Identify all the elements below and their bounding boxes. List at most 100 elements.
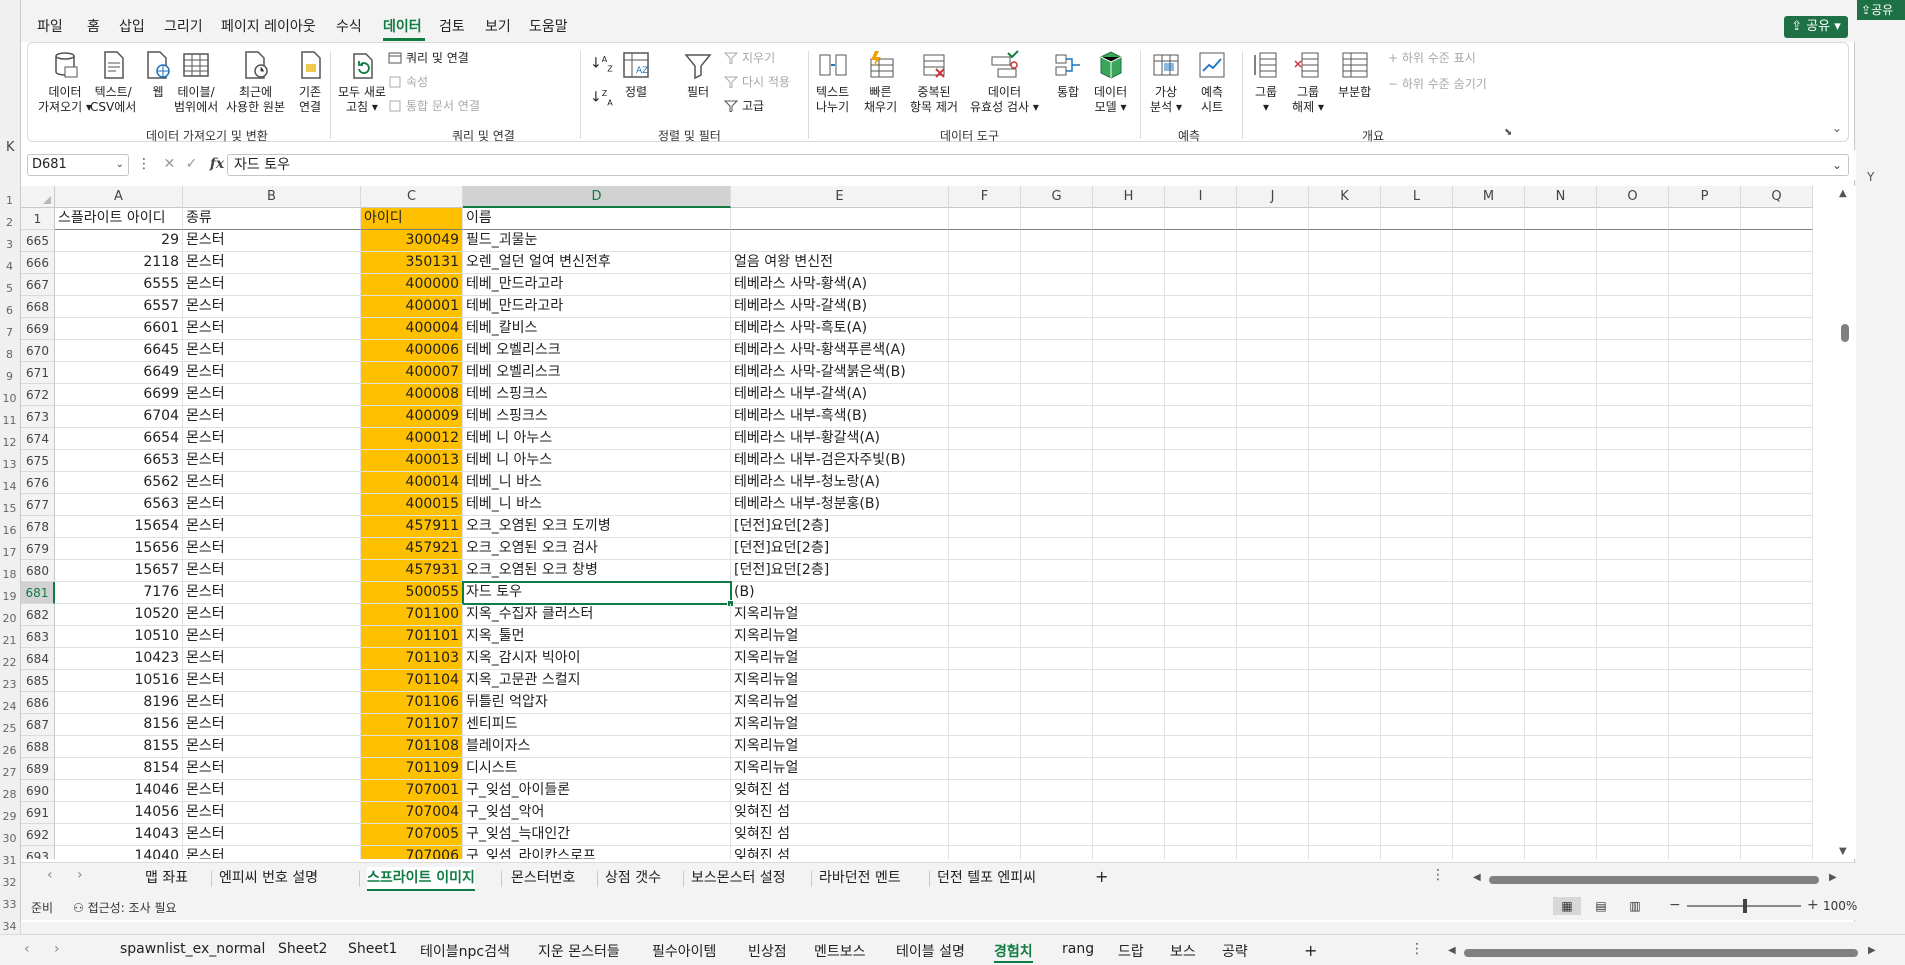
- empty-cell[interactable]: [1597, 626, 1669, 648]
- empty-cell[interactable]: [1525, 296, 1597, 318]
- empty-cell[interactable]: [1165, 362, 1237, 384]
- empty-cell[interactable]: [1381, 780, 1453, 802]
- menu-help[interactable]: 도움말: [529, 16, 568, 36]
- bg-tab-ment-boss[interactable]: 멘트보스: [814, 941, 866, 961]
- table-cell[interactable]: 707005: [361, 824, 463, 846]
- empty-cell[interactable]: [1093, 736, 1165, 758]
- table-cell[interactable]: 몬스터: [183, 406, 361, 428]
- table-cell[interactable]: 오크_오염된 오크 도끼병: [463, 516, 731, 538]
- empty-cell[interactable]: [1525, 802, 1597, 824]
- empty-cell[interactable]: [1237, 582, 1309, 604]
- empty-cell[interactable]: [1741, 714, 1813, 736]
- empty-cell[interactable]: [1309, 648, 1381, 670]
- empty-cell[interactable]: [1669, 208, 1741, 230]
- empty-cell[interactable]: [1021, 648, 1093, 670]
- empty-cell[interactable]: [1093, 428, 1165, 450]
- empty-cell[interactable]: [1093, 384, 1165, 406]
- table-cell[interactable]: 뒤틀린 억압자: [463, 692, 731, 714]
- table-cell[interactable]: 지옥리뉴얼: [731, 714, 949, 736]
- empty-cell[interactable]: [1309, 604, 1381, 626]
- table-cell[interactable]: 테베 스핑크스: [463, 384, 731, 406]
- empty-cell[interactable]: [1525, 340, 1597, 362]
- table-cell[interactable]: 몬스터: [183, 604, 361, 626]
- background-horizontal-scrollbar[interactable]: ◀ ▶: [1448, 945, 1888, 958]
- empty-cell[interactable]: [1309, 758, 1381, 780]
- chevron-down-icon[interactable]: ⌄: [1832, 155, 1842, 175]
- empty-cell[interactable]: [1453, 648, 1525, 670]
- row-header[interactable]: 669: [21, 318, 55, 340]
- table-cell[interactable]: 몬스터: [183, 692, 361, 714]
- table-cell[interactable]: 10423: [55, 648, 183, 670]
- row-header[interactable]: 690: [21, 780, 55, 802]
- empty-cell[interactable]: [949, 846, 1021, 859]
- empty-cell[interactable]: [1669, 626, 1741, 648]
- table-cell[interactable]: 몬스터: [183, 648, 361, 670]
- empty-cell[interactable]: [1669, 538, 1741, 560]
- bg-tab-empty-shop[interactable]: 빈상점: [748, 941, 787, 961]
- empty-cell[interactable]: [1237, 780, 1309, 802]
- empty-cell[interactable]: [1597, 450, 1669, 472]
- formula-input[interactable]: 자드 토우 ⌄: [227, 154, 1849, 176]
- empty-cell[interactable]: [1597, 340, 1669, 362]
- empty-cell[interactable]: [1165, 318, 1237, 340]
- empty-cell[interactable]: [1381, 428, 1453, 450]
- sheet-tab-lava-dungeon[interactable]: 라바던전 멘트: [819, 867, 901, 887]
- scroll-down-icon[interactable]: ▼: [1839, 846, 1847, 857]
- table-cell[interactable]: 6704: [55, 406, 183, 428]
- empty-cell[interactable]: [1597, 802, 1669, 824]
- empty-cell[interactable]: [1453, 516, 1525, 538]
- empty-cell[interactable]: [1453, 780, 1525, 802]
- empty-cell[interactable]: [1453, 758, 1525, 780]
- column-header-q[interactable]: Q: [1741, 186, 1813, 208]
- recent-sources-button[interactable]: 최근에 사용한 원본: [226, 49, 285, 115]
- table-cell[interactable]: 몬스터: [183, 670, 361, 692]
- empty-cell[interactable]: [1309, 714, 1381, 736]
- zoom-level[interactable]: 100%: [1823, 899, 1857, 913]
- sheet-tab-sprite-images[interactable]: 스프라이트 이미지: [367, 867, 475, 891]
- select-all-corner[interactable]: [21, 186, 55, 208]
- empty-cell[interactable]: [1741, 384, 1813, 406]
- column-header-h[interactable]: H: [1093, 186, 1165, 208]
- table-cell[interactable]: 테베라스 내부-청분홍(B): [731, 494, 949, 516]
- empty-cell[interactable]: [1453, 692, 1525, 714]
- table-cell[interactable]: 10520: [55, 604, 183, 626]
- empty-cell[interactable]: [1741, 538, 1813, 560]
- table-cell[interactable]: 701104: [361, 670, 463, 692]
- empty-cell[interactable]: [1525, 626, 1597, 648]
- empty-cell[interactable]: [1237, 406, 1309, 428]
- empty-cell[interactable]: [1309, 384, 1381, 406]
- get-data-button[interactable]: 데이터 가져오기 ▾: [38, 49, 92, 115]
- empty-cell[interactable]: [1309, 736, 1381, 758]
- empty-cell[interactable]: [1525, 824, 1597, 846]
- tab-scroll-right-icon[interactable]: ›: [77, 867, 83, 883]
- row-header[interactable]: 686: [21, 692, 55, 714]
- empty-cell[interactable]: [1525, 736, 1597, 758]
- empty-cell[interactable]: [1021, 208, 1093, 230]
- consolidate-button[interactable]: 통합: [1052, 49, 1084, 100]
- empty-cell[interactable]: [1237, 208, 1309, 230]
- column-header-f[interactable]: F: [949, 186, 1021, 208]
- filter-button[interactable]: 필터: [682, 49, 714, 100]
- row-header[interactable]: 672: [21, 384, 55, 406]
- empty-cell[interactable]: [1597, 274, 1669, 296]
- empty-cell[interactable]: [1093, 516, 1165, 538]
- empty-cell[interactable]: [1525, 384, 1597, 406]
- queries-connections-button[interactable]: 쿼리 및 연결: [388, 49, 469, 66]
- empty-cell[interactable]: [1381, 318, 1453, 340]
- empty-cell[interactable]: [1237, 714, 1309, 736]
- empty-cell[interactable]: [1669, 318, 1741, 340]
- text-csv-button[interactable]: 텍스트/CSV에서: [90, 49, 136, 115]
- table-cell[interactable]: 6699: [55, 384, 183, 406]
- share-button[interactable]: ⇪ 공유 ▾: [1784, 16, 1848, 38]
- empty-cell[interactable]: [1741, 340, 1813, 362]
- empty-cell[interactable]: [1525, 692, 1597, 714]
- table-cell[interactable]: 테베_칼비스: [463, 318, 731, 340]
- empty-cell[interactable]: [1237, 252, 1309, 274]
- empty-cell[interactable]: [1741, 824, 1813, 846]
- empty-cell[interactable]: [1597, 736, 1669, 758]
- table-cell[interactable]: 센티피드: [463, 714, 731, 736]
- empty-cell[interactable]: [949, 296, 1021, 318]
- table-cell[interactable]: 테베 니 아누스: [463, 428, 731, 450]
- table-cell[interactable]: 몬스터: [183, 318, 361, 340]
- empty-cell[interactable]: [949, 692, 1021, 714]
